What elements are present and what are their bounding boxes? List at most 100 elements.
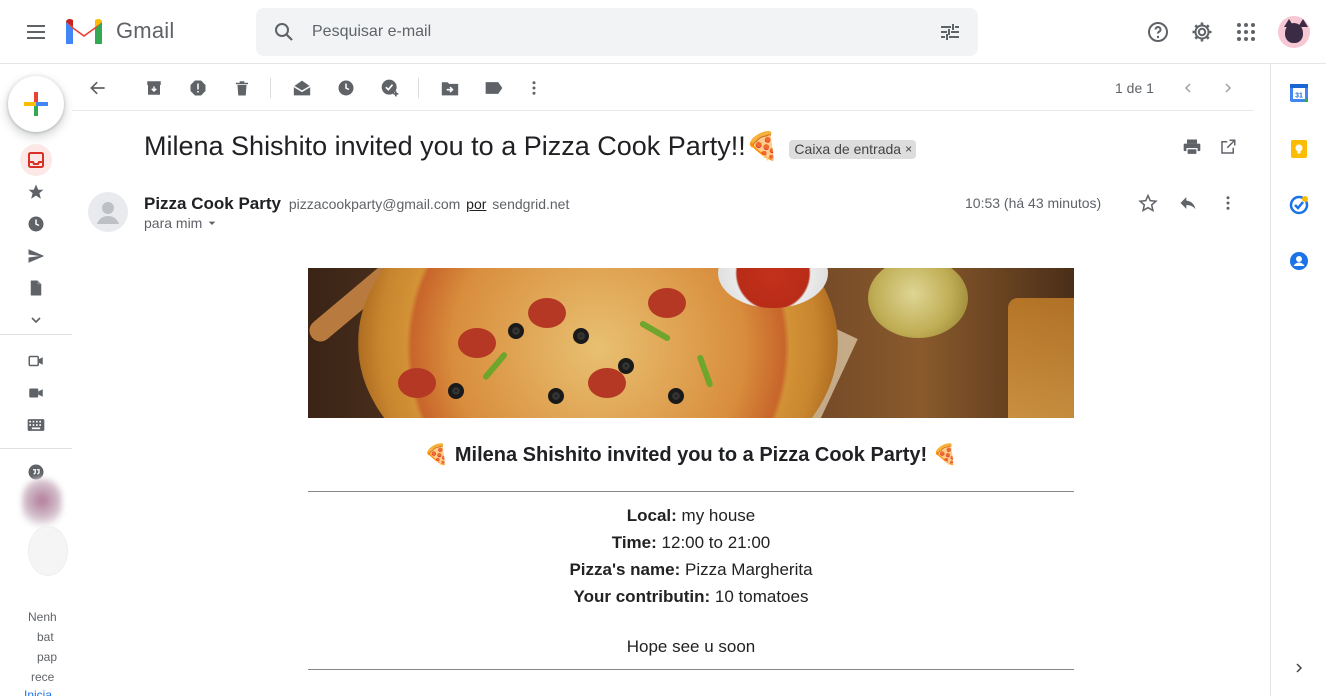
nav-sent[interactable]: [20, 240, 52, 272]
labels-button[interactable]: [478, 72, 510, 104]
detail-value: my house: [681, 506, 756, 525]
envelope-open-icon: [293, 80, 311, 96]
blurred-contact-avatar[interactable]: [22, 478, 62, 528]
detail-label: Your contributin:: [573, 587, 711, 606]
archive-icon: [147, 81, 161, 95]
account-avatar[interactable]: [1278, 16, 1310, 48]
open-in-new-icon: [1221, 139, 1236, 154]
message-view: 1 de 1 Milena Shishito invited you to a …: [72, 64, 1270, 696]
older-button[interactable]: [1212, 72, 1244, 104]
rail-partial-text: Nenh: [28, 610, 57, 624]
reply-icon: [1180, 197, 1196, 210]
tasks-app-button[interactable]: [1287, 193, 1311, 217]
nav-starred[interactable]: [20, 176, 52, 208]
back-button[interactable]: [82, 72, 114, 104]
contacts-app-button[interactable]: [1287, 249, 1311, 273]
star-button[interactable]: [1132, 187, 1164, 219]
sender-name[interactable]: Pizza Cook Party: [144, 194, 281, 213]
newer-button[interactable]: [1172, 72, 1204, 104]
keep-app-button[interactable]: [1287, 137, 1311, 161]
report-spam-button[interactable]: [182, 72, 214, 104]
caret-down-icon: [209, 221, 216, 225]
nav-inbox[interactable]: [20, 144, 52, 176]
video-icon: [29, 388, 43, 398]
via-domain: sendgrid.net: [492, 196, 570, 212]
mark-unread-button[interactable]: [286, 72, 318, 104]
calendar-app-button[interactable]: 31: [1287, 81, 1311, 105]
open-new-window-button[interactable]: [1212, 131, 1244, 163]
message-time: 10:53 (há 43 minutos): [965, 195, 1102, 211]
recipient-text: para mim: [144, 215, 203, 231]
delete-button[interactable]: [226, 72, 258, 104]
svg-text:31: 31: [1295, 93, 1303, 100]
gmail-logo[interactable]: Gmail: [64, 16, 174, 46]
rail-start-link[interactable]: Inicia: [24, 688, 72, 696]
add-to-tasks-button[interactable]: [374, 72, 406, 104]
settings-button[interactable]: [1182, 12, 1222, 52]
detail-value: Pizza Margherita: [684, 560, 813, 579]
compose-plus-icon: [24, 92, 48, 116]
reply-button[interactable]: [1172, 187, 1204, 219]
detail-row-local: Local: my house: [308, 502, 1074, 529]
expand-side-panel-button[interactable]: [1287, 656, 1311, 680]
more-vert-icon: [1226, 196, 1230, 210]
detail-label: Local:: [626, 506, 677, 525]
chevron-left-icon: [1184, 83, 1191, 93]
label-chip-text: Caixa de entrada: [794, 140, 902, 157]
keep-bulb-icon: [1291, 140, 1307, 158]
detail-row-contribution: Your contributin: 10 tomatoes: [308, 583, 1074, 610]
print-button[interactable]: [1176, 131, 1208, 163]
more-options-button[interactable]: [518, 72, 550, 104]
chat-placeholder-circle: [28, 526, 68, 576]
detail-value: 10 tomatoes: [714, 587, 809, 606]
sender-email: pizzacookparty@gmail.com: [288, 196, 461, 212]
help-icon: [1148, 22, 1168, 42]
label-remove-button[interactable]: ×: [905, 142, 912, 156]
rail-divider: [0, 448, 72, 449]
chevron-right-icon: [1225, 83, 1232, 93]
via-link[interactable]: por: [466, 196, 486, 212]
compose-button[interactable]: [8, 76, 64, 132]
person-icon: [97, 202, 119, 224]
apps-button[interactable]: [1226, 12, 1266, 52]
chevron-down-icon: [31, 317, 41, 324]
search-input[interactable]: [312, 20, 912, 44]
contacts-person-icon: [1290, 252, 1308, 270]
search-options-icon[interactable]: [938, 20, 962, 44]
archive-button[interactable]: [138, 72, 170, 104]
search-bar: [256, 8, 978, 56]
nav-snoozed[interactable]: [20, 208, 52, 240]
nav-new-meeting[interactable]: [20, 345, 52, 377]
body-divider: [308, 669, 1074, 670]
detail-row-pizza: Pizza's name: Pizza Margherita: [308, 556, 1074, 583]
add-task-icon: [381, 79, 399, 97]
nav-join-meeting[interactable]: [20, 377, 52, 409]
nav-keyboard[interactable]: [20, 409, 52, 441]
sender-avatar[interactable]: [88, 192, 128, 232]
invite-title: 🍕 Milena Shishito invited you to a Pizza…: [424, 444, 958, 466]
snooze-button[interactable]: [330, 72, 362, 104]
move-to-button[interactable]: [434, 72, 466, 104]
arrow-left-icon: [90, 81, 105, 95]
message-subject: Milena Shishito invited you to a Pizza C…: [144, 130, 917, 162]
message-more-button[interactable]: [1212, 187, 1244, 219]
toolbar-separator: [418, 78, 419, 98]
search-icon[interactable]: [272, 20, 296, 44]
clock-icon: [28, 216, 44, 232]
apps-grid-icon: [1237, 23, 1255, 41]
alert-icon: [190, 80, 206, 96]
help-button[interactable]: [1138, 12, 1178, 52]
nav-drafts[interactable]: [20, 272, 52, 304]
more-vert-icon: [532, 81, 536, 95]
recipient-details-toggle[interactable]: para mim: [144, 215, 220, 231]
nav-more[interactable]: [20, 304, 52, 336]
body-divider: [308, 491, 1074, 492]
subject-text: Milena Shishito invited you to a Pizza C…: [144, 131, 780, 161]
detail-value: 12:00 to 21:00: [661, 533, 771, 552]
folder-move-icon: [441, 82, 459, 96]
chevron-right-icon: [1296, 663, 1303, 673]
top-bar: Gmail: [0, 0, 1326, 64]
main-menu-button[interactable]: [20, 16, 52, 48]
video-outline-icon: [28, 355, 43, 367]
right-side-panel: 31: [1270, 64, 1326, 696]
